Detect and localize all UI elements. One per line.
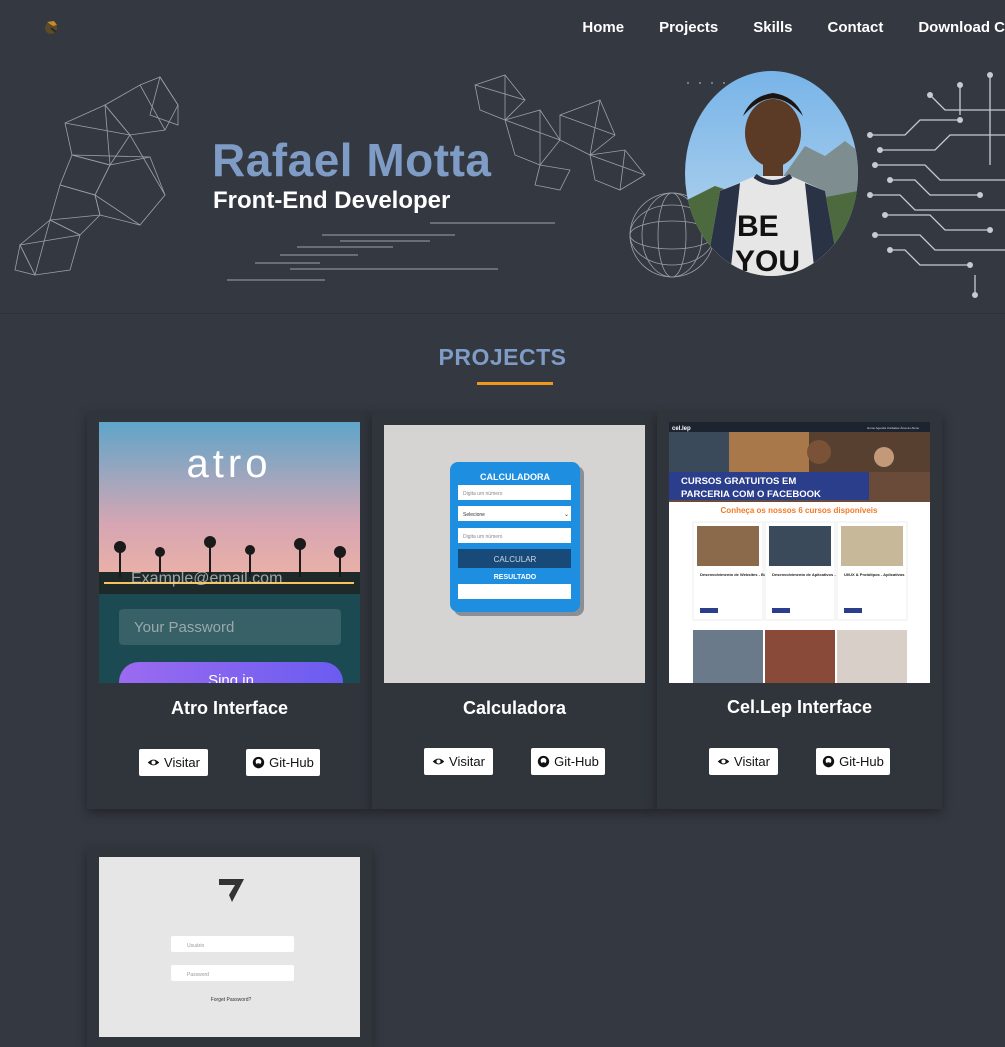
project-card-cellep: cel.lep Home Agenda Unidades Área do Alu… bbox=[657, 412, 942, 809]
eye-icon bbox=[717, 758, 730, 765]
top-navbar: Home Projects Skills Contact Download CV bbox=[0, 0, 1005, 55]
nav-projects-link[interactable]: Projects bbox=[659, 19, 718, 36]
nav-links: Home Projects Skills Contact Download CV bbox=[582, 0, 1005, 55]
svg-text:Digita um número: Digita um número bbox=[463, 491, 503, 497]
github-button-calculadora[interactable]: Git-Hub bbox=[531, 748, 605, 775]
svg-text:⌄: ⌄ bbox=[564, 512, 569, 518]
svg-text:Selecione: Selecione bbox=[463, 512, 485, 518]
svg-text:cel.lep: cel.lep bbox=[672, 426, 691, 432]
svg-text:Password: Password bbox=[187, 972, 209, 978]
projects-section-title: PROJECTS bbox=[438, 344, 567, 370]
svg-text:UI/UX & Protótipos - Aplicativ: UI/UX & Protótipos - Aplicativos bbox=[844, 572, 905, 577]
hero-divider bbox=[0, 313, 1005, 314]
github-button-atro[interactable]: Git-Hub bbox=[246, 749, 320, 776]
github-icon bbox=[252, 756, 265, 769]
svg-text:CURSOS GRATUITOS EM: CURSOS GRATUITOS EM bbox=[681, 476, 796, 487]
visit-label: Visitar bbox=[449, 754, 485, 769]
project-thumbnail-calculadora[interactable]: CALCULADORA Digita um número Selecione ⌄… bbox=[384, 425, 645, 683]
nav-download-link[interactable]: Download CV bbox=[918, 19, 1005, 36]
github-label: Git-Hub bbox=[269, 755, 314, 770]
hero-role: Front-End Developer bbox=[213, 187, 451, 214]
svg-text:CALCULAR: CALCULAR bbox=[494, 555, 537, 564]
visit-button-cellep[interactable]: Visitar bbox=[709, 748, 778, 775]
github-icon bbox=[822, 755, 835, 768]
svg-text:CALCULADORA: CALCULADORA bbox=[480, 472, 550, 482]
project-title-cellep: Cel.Lep Interface bbox=[726, 697, 873, 717]
hero-name: Rafael Motta bbox=[212, 134, 492, 186]
hero-banner: Rafael Motta Front-End Developer BE YOU bbox=[0, 55, 1005, 313]
project-title-atro: Atro Interface bbox=[170, 698, 289, 718]
github-button-cellep[interactable]: Git-Hub bbox=[816, 748, 890, 775]
visit-button-atro[interactable]: Visitar bbox=[139, 749, 208, 776]
visit-button-calculadora[interactable]: Visitar bbox=[424, 748, 493, 775]
project-card-atro: atro Example@email.com Your Password Sin… bbox=[87, 412, 372, 809]
svg-text:BE: BE bbox=[737, 210, 779, 243]
eye-icon bbox=[147, 759, 160, 766]
svg-text:Your Password: Your Password bbox=[134, 619, 234, 636]
project-thumbnail-login[interactable]: Usuário Password Forget Password? bbox=[99, 857, 360, 1037]
project-thumbnail-atro[interactable]: atro Example@email.com Your Password Sin… bbox=[99, 422, 360, 683]
project-card-login: Usuário Password Forget Password? bbox=[87, 847, 372, 1047]
nav-home-link[interactable]: Home bbox=[582, 19, 624, 36]
svg-text:RESULTADO: RESULTADO bbox=[494, 574, 537, 581]
svg-text:atro: atro bbox=[187, 442, 272, 486]
svg-text:YOU: YOU bbox=[735, 245, 800, 276]
github-label: Git-Hub bbox=[554, 754, 599, 769]
visit-label: Visitar bbox=[734, 754, 770, 769]
svg-text:Home Agenda Unidades Áre: Home Agenda Unidades Área do Aluno bbox=[867, 426, 920, 430]
svg-text:PARCERIA COM O FACEBOOK: PARCERIA COM O FACEBOOK bbox=[681, 489, 821, 500]
svg-text:Forget Password?: Forget Password? bbox=[211, 997, 252, 1003]
project-card-calculadora: CALCULADORA Digita um número Selecione ⌄… bbox=[372, 412, 657, 809]
eye-icon bbox=[432, 758, 445, 765]
svg-text:Digita um número: Digita um número bbox=[463, 534, 503, 540]
nav-skills-link[interactable]: Skills bbox=[753, 19, 792, 36]
project-title-calculadora: Calculadora bbox=[462, 698, 567, 718]
nav-contact-link[interactable]: Contact bbox=[827, 19, 883, 36]
projects-title-underline bbox=[477, 382, 553, 385]
svg-text:Usuário: Usuário bbox=[187, 943, 204, 949]
svg-text:Sing in: Sing in bbox=[208, 672, 254, 683]
github-icon bbox=[537, 755, 550, 768]
profile-portrait: BE YOU bbox=[685, 71, 858, 276]
visit-label: Visitar bbox=[164, 755, 200, 770]
project-thumbnail-cellep[interactable]: cel.lep Home Agenda Unidades Área do Alu… bbox=[669, 422, 930, 683]
svg-text:Conheça os nossos 6 cursos dis: Conheça os nossos 6 cursos disponíveis bbox=[721, 506, 878, 515]
svg-text:Example@email.com: Example@email.com bbox=[131, 570, 282, 587]
github-label: Git-Hub bbox=[839, 754, 884, 769]
site-logo-icon[interactable] bbox=[42, 17, 62, 37]
